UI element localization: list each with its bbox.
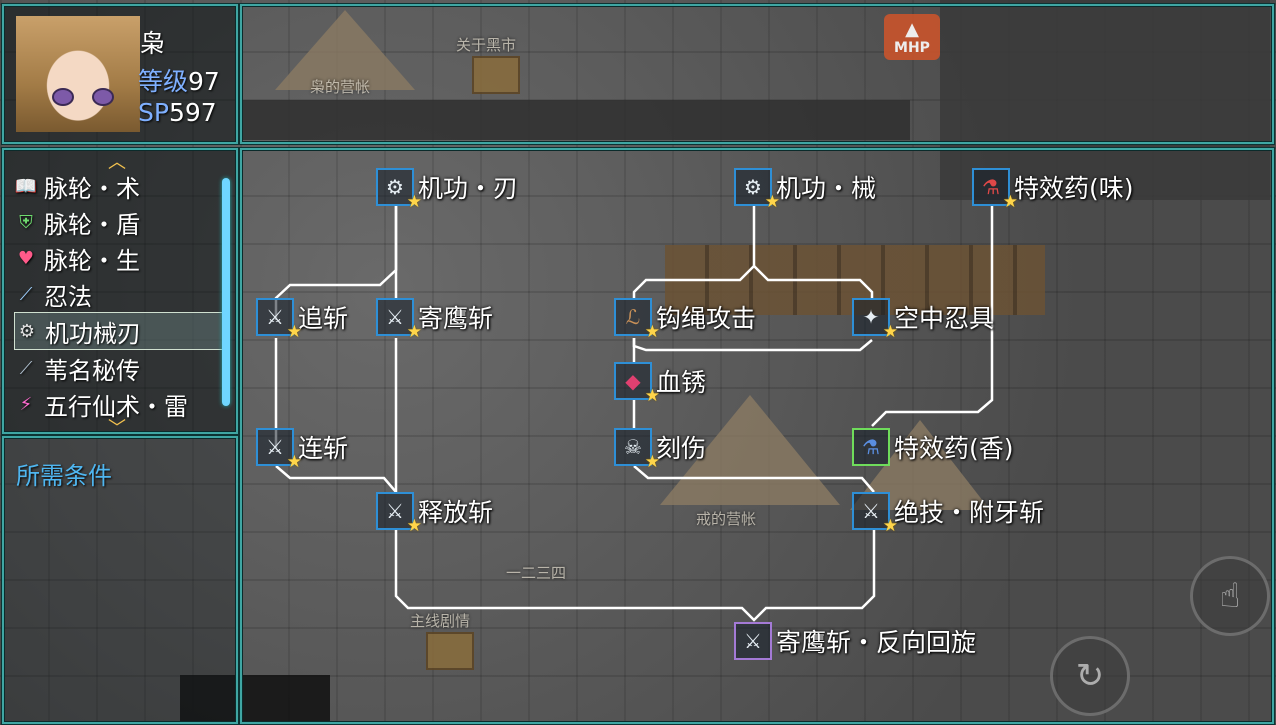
- skill-node-label: 机功・械: [776, 174, 877, 203]
- rope-icon: ℒ ★: [614, 298, 660, 342]
- skill-node-kongzhongrenju[interactable]: ✦ ★ 空中忍具: [852, 298, 995, 342]
- gear-icon: ⚙ ★: [734, 168, 780, 212]
- skill-node-label: 刻伤: [656, 434, 707, 463]
- star-icon: ★: [882, 322, 898, 342]
- star-icon: ★: [286, 322, 302, 342]
- skill-node-label: 追斩: [298, 304, 349, 333]
- cycle-button[interactable]: ↻: [1050, 636, 1130, 716]
- skill-node-label: 钩绳攻击: [656, 304, 757, 333]
- skill-node-jiyingzhan[interactable]: ⚔ ★ 寄鹰斩: [376, 298, 494, 342]
- skill-node-potion-wei[interactable]: ⚗ ★ 特效药(味): [972, 168, 1134, 212]
- star-icon: ★: [764, 192, 780, 212]
- star-icon: ★: [644, 386, 660, 406]
- skill-node-jiyingzhan-fanxiang[interactable]: ⚔ 寄鹰斩・反向回旋: [734, 622, 976, 660]
- gem-icon: ◆ ★: [614, 362, 660, 406]
- skill-node-label: 机功・刃: [418, 174, 519, 203]
- star-icon: ★: [406, 192, 422, 212]
- skill-node-label: 连斩: [298, 434, 349, 463]
- skill-node-potion-xiang[interactable]: ⚗ 特效药(香): [852, 428, 1014, 466]
- skill-node-lianzhan[interactable]: ⚔ ★ 连斩: [256, 428, 349, 472]
- potion-icon: ⚗: [852, 428, 890, 466]
- star-icon: ★: [644, 452, 660, 472]
- blade-icon: ⚔ ★: [852, 492, 898, 536]
- blade-icon: ⚔ ★: [256, 298, 302, 342]
- touch-hand-icon: ☝: [1219, 576, 1241, 616]
- star-icon: ★: [286, 452, 302, 472]
- blade-icon: ⚔ ★: [376, 298, 422, 342]
- skill-node-goushengongji[interactable]: ℒ ★ 钩绳攻击: [614, 298, 757, 342]
- star-icon: ★: [406, 322, 422, 342]
- blade-icon: ⚔: [734, 622, 772, 660]
- star-icon: ★: [1002, 192, 1018, 212]
- skill-node-label: 血锈: [656, 368, 707, 397]
- shuriken-icon: ✦ ★: [852, 298, 898, 342]
- skill-node-zhuizhan[interactable]: ⚔ ★ 追斩: [256, 298, 349, 342]
- touch-hand-button[interactable]: ☝: [1190, 556, 1270, 636]
- star-icon: ★: [644, 322, 660, 342]
- skill-node-label: 绝技・附牙斩: [894, 498, 1045, 527]
- skill-node-label: 特效药(味): [1014, 174, 1134, 203]
- star-icon: ★: [406, 516, 422, 536]
- skill-node-juejifuyazhan[interactable]: ⚔ ★ 绝技・附牙斩: [852, 492, 1045, 536]
- skill-node-label: 特效药(香): [894, 434, 1014, 463]
- gear-icon: ⚙ ★: [376, 168, 422, 212]
- skill-node-xuexiu[interactable]: ◆ ★ 血锈: [614, 362, 707, 406]
- skull-icon: ☠ ★: [614, 428, 660, 472]
- skill-node-label: 寄鹰斩: [418, 304, 494, 333]
- skill-node-shifangzhan[interactable]: ⚔ ★ 释放斩: [376, 492, 494, 536]
- blade-icon: ⚔ ★: [256, 428, 302, 472]
- star-icon: ★: [882, 516, 898, 536]
- potion-icon: ⚗ ★: [972, 168, 1018, 212]
- skill-node-label: 释放斩: [418, 498, 494, 527]
- skill-node-jigong-ren[interactable]: ⚙ ★ 机功・刃: [376, 168, 519, 212]
- cycle-arrow-icon: ↻: [1075, 656, 1105, 696]
- skill-node-label: 寄鹰斩・反向回旋: [776, 628, 977, 657]
- blade-icon: ⚔ ★: [376, 492, 422, 536]
- skill-node-keshang[interactable]: ☠ ★ 刻伤: [614, 428, 707, 472]
- skill-node-jigong-xie[interactable]: ⚙ ★ 机功・械: [734, 168, 877, 212]
- skill-node-label: 空中忍具: [894, 304, 995, 333]
